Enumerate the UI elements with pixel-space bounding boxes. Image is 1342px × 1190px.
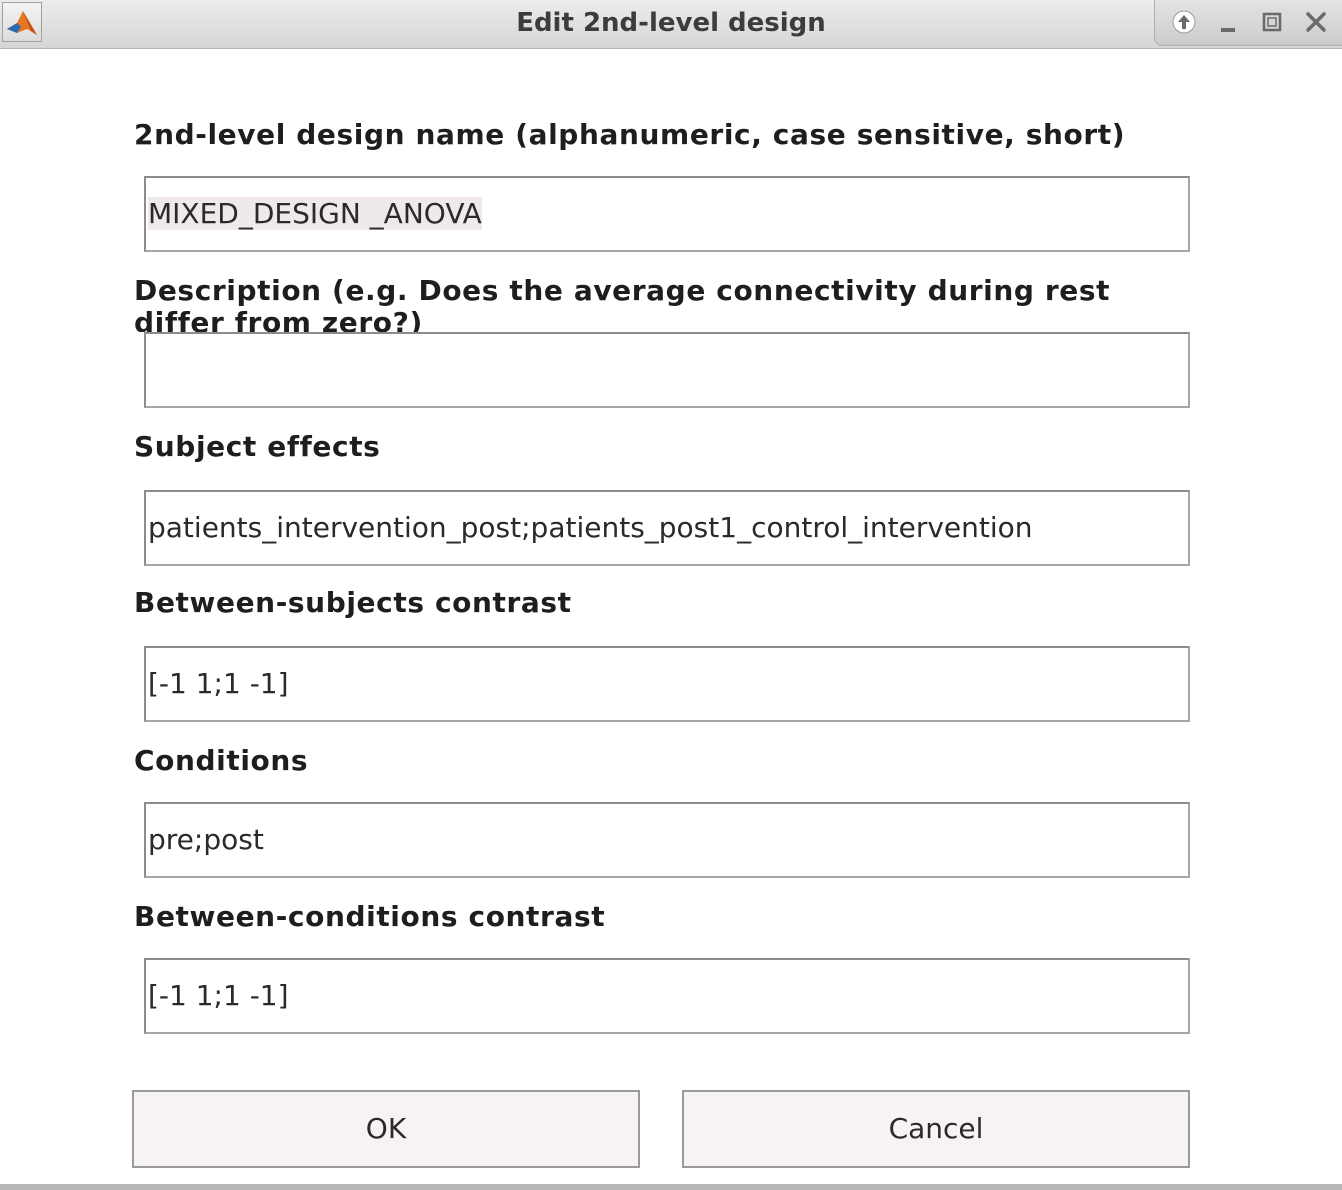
design-name-label: 2nd-level design name (alphanumeric, cas… [134,118,1126,151]
description-label: Description (e.g. Does the average conne… [134,275,1111,332]
shade-up-icon[interactable] [1169,6,1199,38]
conditions-input[interactable]: pre;post [144,802,1190,878]
cancel-button[interactable]: Cancel [682,1090,1190,1168]
description-input[interactable] [144,332,1190,408]
window-controls [1154,0,1342,46]
between-conditions-contrast-label: Between-conditions contrast [134,900,606,933]
title-bar[interactable]: Edit 2nd-level design [0,0,1342,49]
window-bottom-border [0,1184,1342,1190]
between-conditions-contrast-input[interactable]: [-1 1;1 -1] [144,958,1190,1034]
conditions-value: pre;post [148,823,264,856]
design-name-input[interactable]: MIXED_DESIGN _ANOVA [144,176,1190,252]
subject-effects-label: Subject effects [134,430,381,463]
minimize-icon[interactable] [1213,6,1243,38]
between-subjects-contrast-label: Between-subjects contrast [134,586,572,619]
design-name-value: MIXED_DESIGN _ANOVA [148,197,482,230]
window-title: Edit 2nd-level design [516,8,826,38]
between-conditions-contrast-value: [-1 1;1 -1] [148,979,289,1012]
dialog-window: Edit 2nd-level design 2nd-level design n… [0,0,1342,1190]
maximize-icon[interactable] [1257,6,1287,38]
between-subjects-contrast-input[interactable]: [-1 1;1 -1] [144,646,1190,722]
ok-button[interactable]: OK [132,1090,640,1168]
subject-effects-input[interactable]: patients_intervention_post;patients_post… [144,490,1190,566]
conditions-label: Conditions [134,744,309,777]
close-icon[interactable] [1301,6,1331,38]
subject-effects-value: patients_intervention_post;patients_post… [148,511,1033,544]
between-subjects-contrast-value: [-1 1;1 -1] [148,667,289,700]
